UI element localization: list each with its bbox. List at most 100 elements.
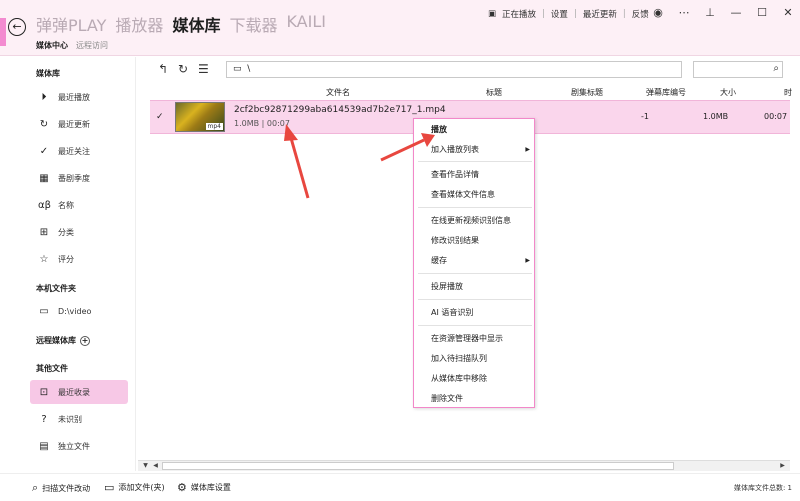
tab-dandanplay[interactable]: 弹弹PLAY <box>36 12 106 36</box>
sidebar-item-standalone[interactable]: ▤ 独立文件 <box>30 434 128 458</box>
sidebar-item-label: D:\video <box>58 306 92 316</box>
table-header: 文件名 标题 剧集标题 弹幕库编号 大小 时 <box>150 86 792 100</box>
status-bar: ⌕ 扫描文件改动 ▭ 添加文件(夹) ⚙ 媒体库设置 媒体库文件总数: 1 <box>0 473 800 501</box>
menu-item-cache[interactable]: 缓存 ▶ <box>414 252 534 269</box>
menu-item-add-playlist[interactable]: 加入播放列表 ▶ <box>414 141 534 158</box>
new-item-icon: ⊡ <box>39 386 49 398</box>
camera-icon[interactable]: ◉ <box>645 4 671 22</box>
col-episode-title[interactable]: 剧集标题 <box>571 87 603 98</box>
refresh-icon[interactable]: ↻ <box>178 62 188 76</box>
sidebar-item-label: 分类 <box>58 227 74 237</box>
menu-item-show-explorer[interactable]: 在资源管理器中显示 <box>414 330 534 347</box>
unknown-icon: ? <box>41 413 47 425</box>
section-other-files: 其他文件 <box>36 364 68 373</box>
back-icon[interactable]: ← <box>8 18 26 36</box>
sidebar-item-name[interactable]: αβ 名称 <box>30 193 128 217</box>
col-filename[interactable]: 文件名 <box>326 87 350 98</box>
format-tag: mp4 <box>205 123 223 130</box>
calendar-icon: ▦ <box>39 172 49 184</box>
sidebar-item-recent-played[interactable]: ⏵ 最近播放 <box>30 85 128 109</box>
sidebar-item-label: 独立文件 <box>58 441 90 451</box>
section-library: 媒体库 <box>36 69 60 78</box>
menu-separator <box>418 207 532 208</box>
tab-kaili[interactable]: KAILI <box>286 12 326 36</box>
horizontal-scrollbar[interactable]: ▼ ◀ ▶ <box>138 460 790 471</box>
view-list-icon[interactable]: ☰ <box>198 62 209 76</box>
sub-nav: 媒体中心 远程访问 <box>36 40 108 51</box>
sidebar: 媒体库 ⏵ 最近播放 ↻ 最近更新 ✓ 最近关注 ▦ 番剧季度 αβ 名称 ⊞ … <box>0 57 136 471</box>
menu-item-delete-file[interactable]: 删除文件 <box>414 390 534 407</box>
now-playing-icon: ▣ <box>488 9 497 19</box>
menu-item-view-work[interactable]: 查看作品详情 <box>414 166 534 183</box>
title-bar: ← 弹弹PLAY 播放器 媒体库 下载器 KAILI 媒体中心 远程访问 ▣ 正… <box>0 0 800 56</box>
menu-item-label: 缓存 <box>431 256 447 265</box>
sidebar-item-label: 最近更新 <box>58 119 90 129</box>
path-field[interactable]: ▭ \ <box>226 61 682 78</box>
menu-item-view-media[interactable]: 查看媒体文件信息 <box>414 186 534 203</box>
file-icon: ▤ <box>39 440 49 452</box>
divider: | <box>622 9 626 19</box>
sidebar-item-unrecognized[interactable]: ? 未识别 <box>30 407 128 431</box>
scroll-left-arrow-icon[interactable]: ◀ <box>150 461 161 471</box>
menu-item-edit-result[interactable]: 修改识别结果 <box>414 232 534 249</box>
sidebar-item-recent-followed[interactable]: ✓ 最近关注 <box>30 139 128 163</box>
tab-player[interactable]: 播放器 <box>115 12 163 36</box>
menu-item-ai-speech[interactable]: AI 语音识别 <box>414 304 534 321</box>
subnav-media-center[interactable]: 媒体中心 <box>36 40 68 51</box>
scan-changes-button[interactable]: ⌕ 扫描文件改动 <box>32 481 90 495</box>
add-folder-icon: ▭ <box>104 481 115 494</box>
col-title[interactable]: 标题 <box>486 87 502 98</box>
refresh-icon: ↻ <box>39 118 49 130</box>
sidebar-item-label: 最近播放 <box>58 92 90 102</box>
main-nav: 弹弹PLAY 播放器 媒体库 下载器 KAILI <box>36 12 326 36</box>
sidebar-item-recent-updated[interactable]: ↻ 最近更新 <box>30 112 128 136</box>
sidebar-item-label: 最近关注 <box>58 146 90 156</box>
close-icon[interactable]: ✕ <box>775 4 800 22</box>
subnav-remote-access[interactable]: 远程访问 <box>76 40 108 51</box>
add-remote-icon[interactable]: + <box>80 336 90 346</box>
minimize-icon[interactable]: — <box>723 4 749 22</box>
pin-icon[interactable]: ⊥ <box>697 4 723 22</box>
maximize-icon[interactable]: ☐ <box>749 4 775 22</box>
scrollbar-thumb[interactable] <box>162 462 674 470</box>
search-input[interactable]: ⌕ <box>693 61 783 78</box>
link-recent-updates[interactable]: 最近更新 <box>583 8 617 20</box>
library-total: 媒体库文件总数: 1 <box>733 484 792 492</box>
library-settings-button[interactable]: ⚙ 媒体库设置 <box>177 481 231 494</box>
video-thumbnail: mp4 <box>175 102 225 132</box>
col-duration[interactable]: 时 <box>784 87 792 98</box>
sidebar-item-recent-added[interactable]: ⊡ 最近收录 <box>30 380 128 404</box>
search-icon[interactable]: ⌕ <box>773 63 779 74</box>
top-links: ▣ 正在播放 | 设置 | 最近更新 | 反馈 <box>488 8 649 20</box>
link-settings[interactable]: 设置 <box>551 8 568 20</box>
link-now-playing[interactable]: 正在播放 <box>502 8 536 20</box>
sidebar-item-label: 评分 <box>58 254 74 264</box>
up-arrow-icon[interactable]: ↰ <box>158 62 168 76</box>
menu-separator <box>418 325 532 326</box>
menu-item-remove-library[interactable]: 从媒体库中移除 <box>414 370 534 387</box>
sidebar-item-rating[interactable]: ☆ 评分 <box>30 247 128 271</box>
toolbar: ↰ ↻ ☰ ▭ \ ⌕ <box>150 60 790 80</box>
cell-size: 1.0MB <box>703 112 729 121</box>
more-icon[interactable]: ⋯ <box>671 4 697 22</box>
menu-item-update-online[interactable]: 在线更新视频识别信息 <box>414 212 534 229</box>
scan-label: 扫描文件改动 <box>42 483 91 493</box>
check-icon[interactable]: ✓ <box>156 112 164 122</box>
tab-library[interactable]: 媒体库 <box>172 12 220 36</box>
sidebar-item-folder-d-video[interactable]: ▭ D:\video <box>30 299 128 323</box>
gear-icon: ⚙ <box>177 481 187 494</box>
sidebar-item-season[interactable]: ▦ 番剧季度 <box>30 166 128 190</box>
scroll-right-icon[interactable]: ▶ <box>777 461 788 471</box>
star-icon: ☆ <box>39 253 49 265</box>
menu-item-cast[interactable]: 投屏播放 <box>414 278 534 295</box>
tab-downloader[interactable]: 下载器 <box>229 12 277 36</box>
file-name: 2cf2bc92871299aba614539ad7b2e717_1.mp4 <box>234 105 446 115</box>
divider: | <box>542 9 545 19</box>
col-size[interactable]: 大小 <box>720 87 736 98</box>
sidebar-item-category[interactable]: ⊞ 分类 <box>30 220 128 244</box>
divider: | <box>573 9 577 19</box>
menu-item-add-scan-queue[interactable]: 加入待扫描队列 <box>414 350 534 367</box>
menu-item-play[interactable]: 播放 <box>414 121 534 138</box>
col-danmaku-id[interactable]: 弹幕库编号 <box>646 87 686 98</box>
add-file-button[interactable]: ▭ 添加文件(夹) <box>104 481 165 494</box>
